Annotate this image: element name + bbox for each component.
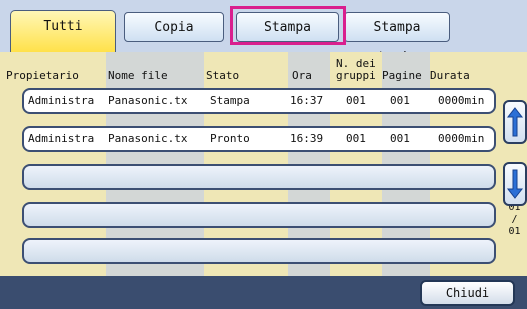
- row-owner: Administra: [28, 132, 95, 145]
- header-nome-file: Nome file: [108, 69, 168, 82]
- table-row[interactable]: Administra Panasonic.tx Stampa 16:37 001…: [22, 88, 496, 114]
- table-row[interactable]: [22, 202, 496, 228]
- header-n-gruppi: N. dei gruppi: [336, 57, 376, 82]
- header-durata: Durata: [430, 69, 470, 82]
- page-separator: /: [511, 214, 518, 225]
- scroll-up-button[interactable]: [503, 100, 527, 144]
- row-pages: 001: [390, 132, 410, 145]
- close-button[interactable]: Chiudi: [420, 280, 515, 306]
- tab-copia[interactable]: Copia: [124, 12, 224, 42]
- row-time: 16:39: [290, 132, 324, 145]
- tab-stampa-storico[interactable]: Stampa storico: [344, 12, 450, 65]
- arrow-down-icon: [506, 169, 524, 199]
- tab-tutti[interactable]: Tutti: [10, 10, 116, 52]
- arrow-up-icon: [506, 107, 524, 137]
- row-status: Stampa: [210, 94, 250, 107]
- page-total: 01: [508, 226, 521, 237]
- row-file: Panasonic.tx: [108, 94, 188, 107]
- row-groups: 001: [346, 94, 366, 107]
- row-owner: Administra: [28, 94, 95, 107]
- table-row[interactable]: [22, 238, 496, 264]
- table-row[interactable]: [22, 164, 496, 190]
- header-stato: Stato: [206, 69, 240, 82]
- row-pages: 001: [390, 94, 410, 107]
- header-ora: Ora: [292, 69, 312, 82]
- tab-stampa[interactable]: Stampa: [236, 12, 339, 42]
- tab-bar: Tutti Copia Stampa Stampa storico: [0, 0, 527, 65]
- job-status-screen: Tutti Copia Stampa Stampa storico Propie…: [0, 0, 527, 309]
- row-duration: 0000min: [438, 94, 485, 107]
- row-groups: 001: [346, 132, 366, 145]
- job-table: Propietario Nome file Stato Ora N. dei g…: [0, 52, 527, 276]
- row-duration: 0000min: [438, 132, 485, 145]
- row-time: 16:37: [290, 94, 324, 107]
- row-file: Panasonic.tx: [108, 132, 188, 145]
- row-status: Pronto: [210, 132, 250, 145]
- scroll-down-button[interactable]: [503, 162, 527, 206]
- table-row[interactable]: Administra Panasonic.tx Pronto 16:39 001…: [22, 126, 496, 152]
- header-pagine: Pagine: [382, 69, 422, 82]
- bottom-bar: Chiudi: [0, 276, 527, 309]
- header-proprietario: Propietario: [6, 69, 79, 82]
